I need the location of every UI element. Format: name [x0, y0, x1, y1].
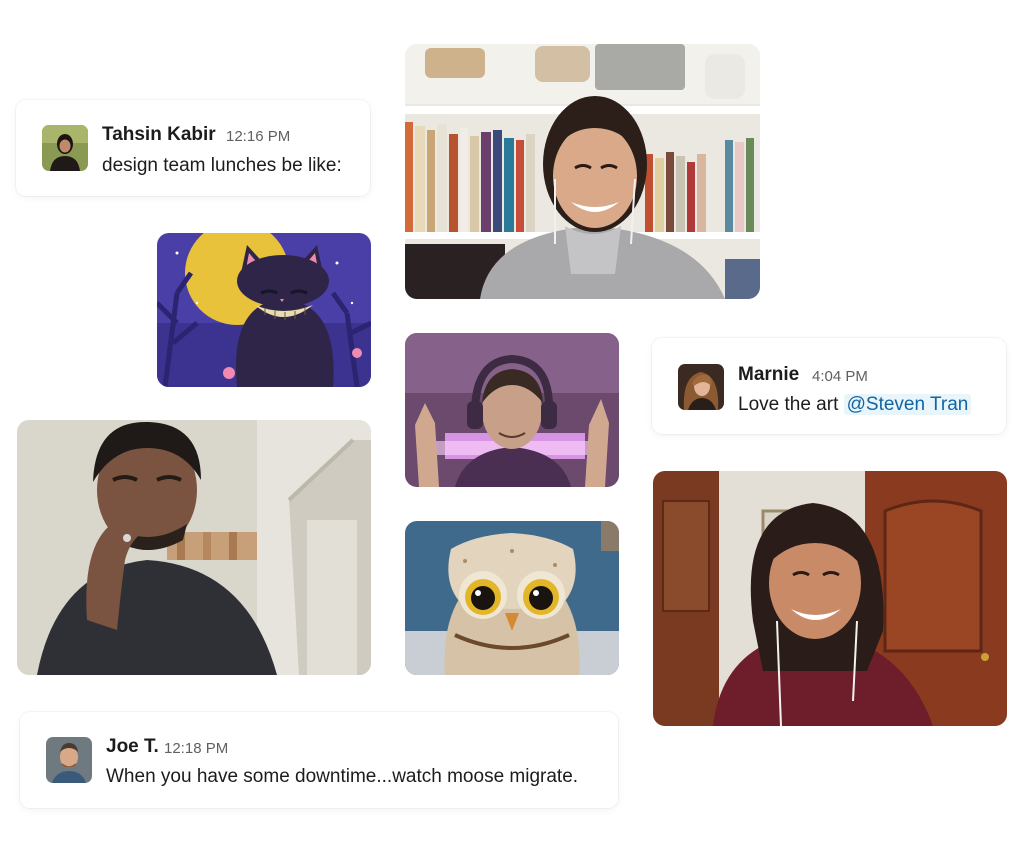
video-tile-man-thinking[interactable] [17, 420, 371, 675]
video-tile-man-headphones[interactable] [405, 333, 619, 487]
message-text: design team lunches be like: [102, 155, 342, 176]
sender-name[interactable]: Marnie [738, 364, 799, 386]
message-text: Love the art @Steven Tran [738, 394, 972, 416]
sender-name[interactable]: Tahsin Kabir [102, 124, 216, 146]
video-tile-woman-smiling[interactable] [653, 471, 1007, 726]
video-tile-owl-filter[interactable] [405, 521, 619, 675]
message-timestamp[interactable]: 12:16 PM [226, 128, 290, 145]
avatar-tahsin[interactable] [42, 125, 88, 171]
message-text: When you have some downtime...watch moos… [106, 766, 579, 787]
message-card-marnie: Marnie 4:04 PM Love the art @Steven Tran [652, 338, 1006, 434]
message-card-tahsin: Tahsin Kabir 12:16 PM design team lunche… [16, 100, 370, 196]
message-timestamp[interactable]: 4:04 PM [812, 368, 868, 385]
message-card-joe: Joe T. 12:18 PM When you have some downt… [20, 712, 618, 808]
message-timestamp[interactable]: 12:18 PM [164, 740, 228, 757]
message-text-body: Love the art [738, 394, 844, 415]
video-tile-cat-filter[interactable] [157, 233, 371, 387]
video-tile-woman-bookshelf[interactable] [405, 44, 760, 299]
sender-name[interactable]: Joe T. [106, 736, 159, 758]
avatar-joe[interactable] [46, 737, 92, 783]
mention-steven-tran[interactable]: @Steven Tran [843, 394, 972, 415]
avatar-marnie[interactable] [678, 364, 724, 410]
